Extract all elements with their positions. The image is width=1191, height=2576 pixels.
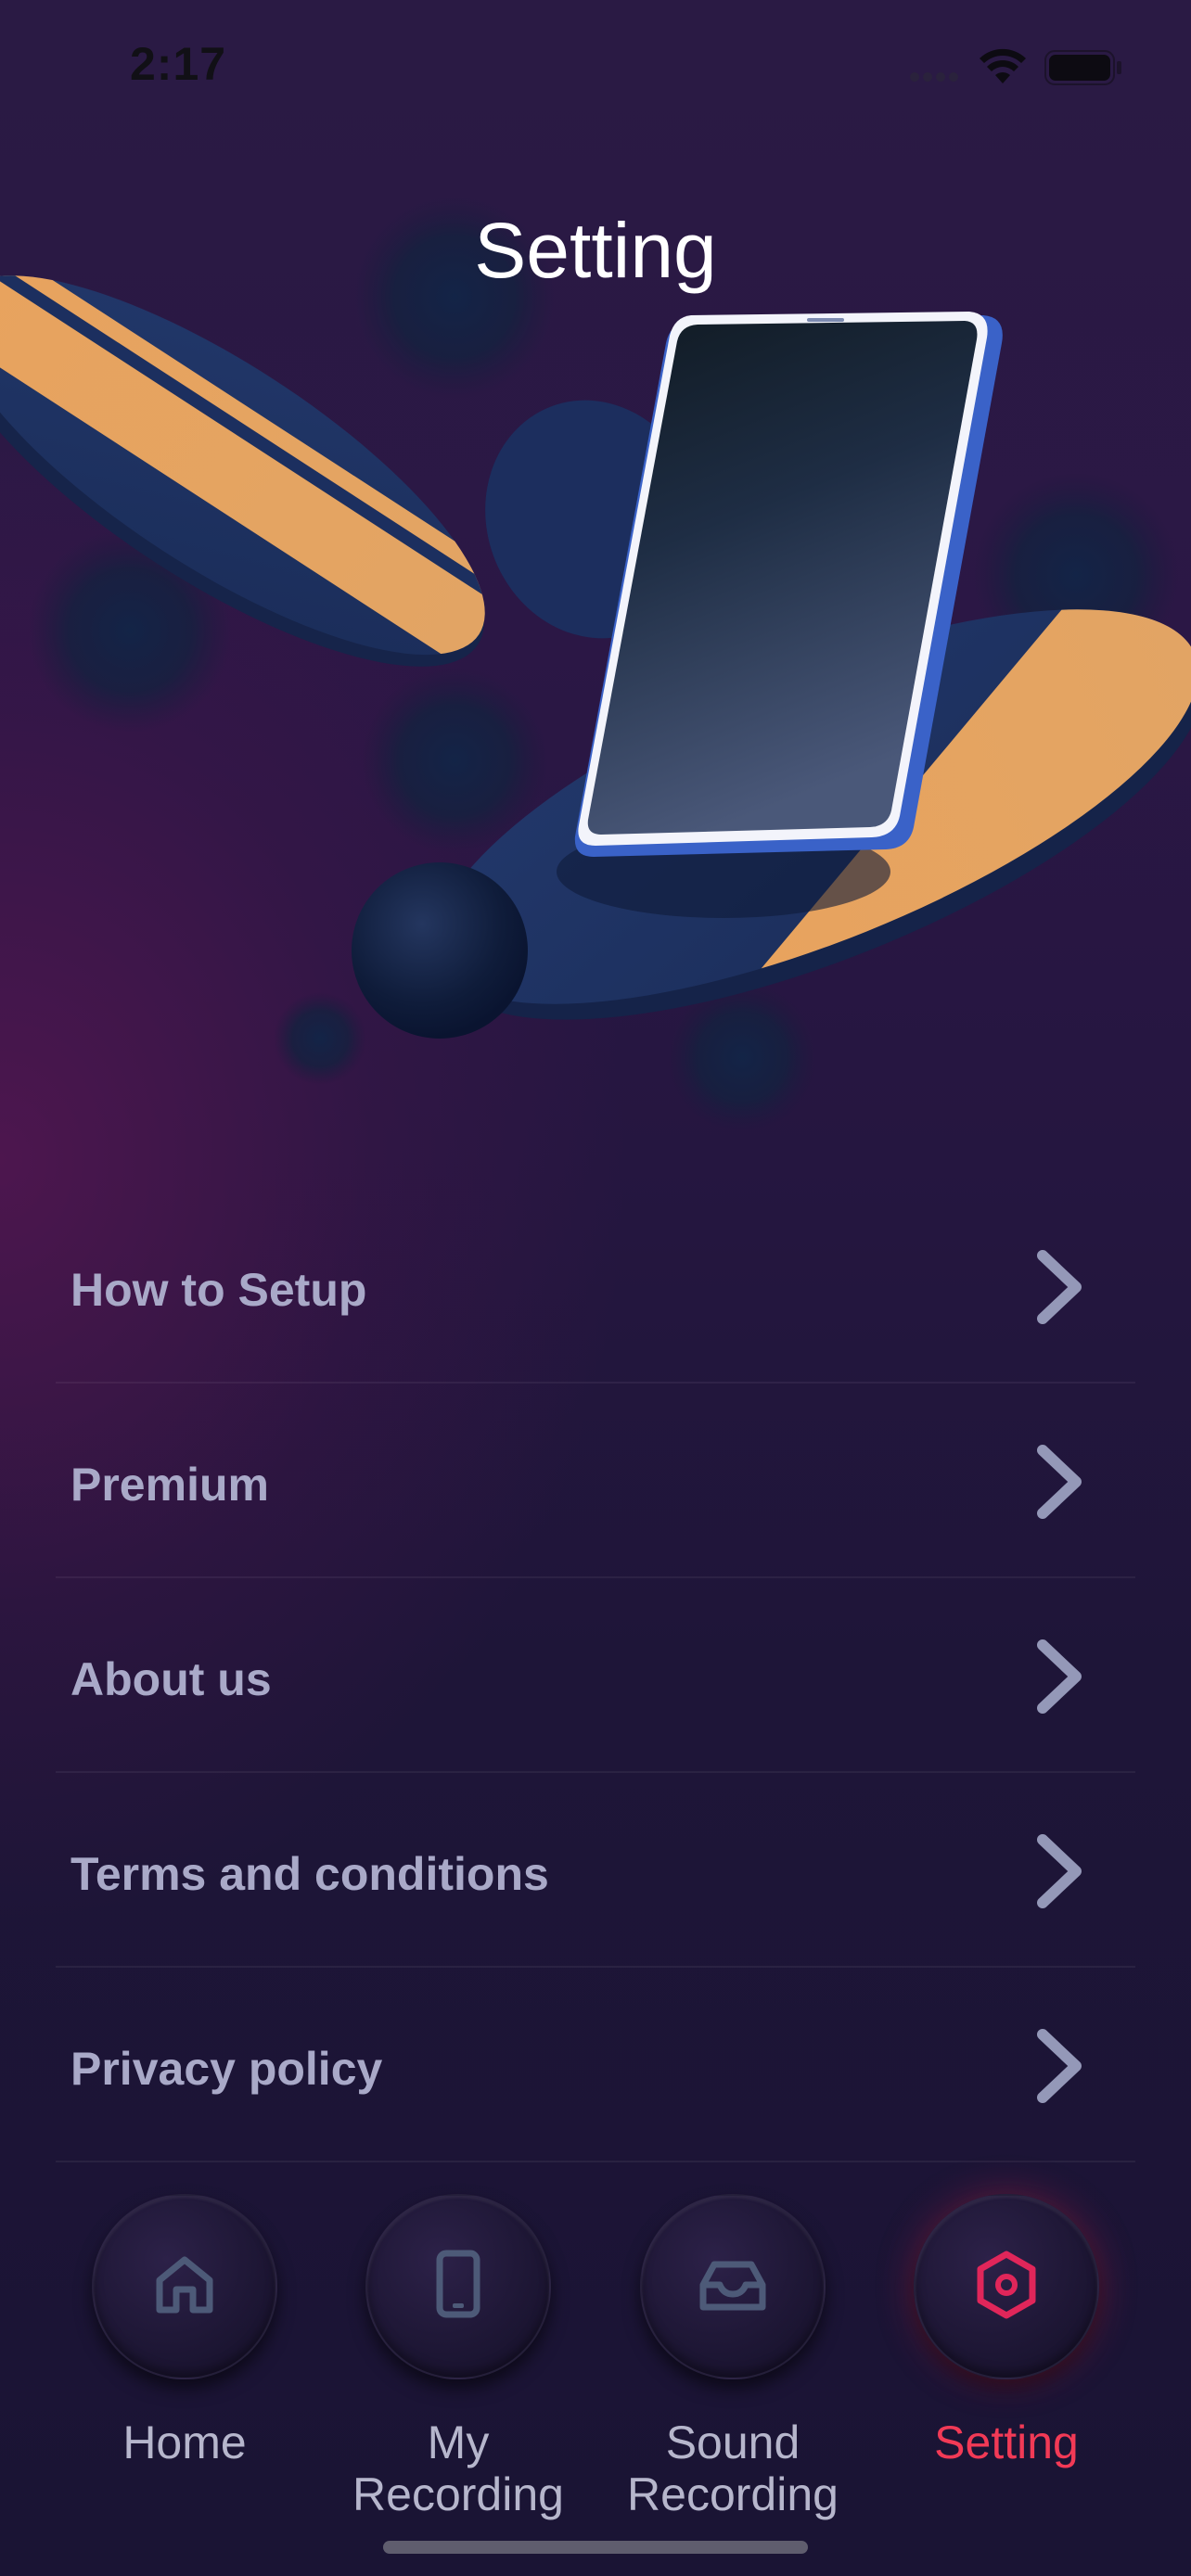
tab-label-line: Recording: [627, 2468, 839, 2520]
tab-home[interactable]: Home: [45, 2194, 324, 2546]
tab-label-line: My: [427, 2417, 490, 2468]
menu-item-privacy-policy[interactable]: Privacy policy: [56, 1968, 1135, 2162]
tab-bar: Home My Recording Sound Recording Settin…: [0, 2179, 1191, 2576]
hero-illustration: [0, 167, 1191, 1187]
inbox-icon: [698, 2257, 768, 2317]
tab-label: Home: [45, 2417, 324, 2468]
menu-item-label: How to Setup: [70, 1264, 367, 1316]
home-indicator[interactable]: [383, 2541, 808, 2554]
tab-button[interactable]: [640, 2194, 826, 2379]
setting-screen: 2:17 Setting How to Setup Premium About …: [0, 0, 1191, 2576]
menu-item-label: About us: [70, 1653, 272, 1705]
chevron-right-icon: [1031, 1445, 1087, 1524]
chevron-right-icon: [1031, 1250, 1087, 1329]
tab-sound-recording[interactable]: Sound Recording: [594, 2194, 872, 2546]
chevron-right-icon: [1031, 1639, 1087, 1718]
home-icon: [152, 2252, 217, 2322]
tab-button[interactable]: [365, 2194, 551, 2379]
tab-label: Setting: [867, 2417, 1146, 2468]
menu-item-how-to-setup[interactable]: How to Setup: [56, 1189, 1135, 1384]
tab-label: Sound Recording: [594, 2417, 872, 2520]
menu-item-about-us[interactable]: About us: [56, 1578, 1135, 1773]
chevron-right-icon: [1031, 2029, 1087, 2108]
tab-label: My Recording: [319, 2417, 597, 2520]
menu-item-label: Privacy policy: [70, 2043, 383, 2095]
menu-item-premium[interactable]: Premium: [56, 1384, 1135, 1578]
tab-setting[interactable]: Setting: [867, 2194, 1146, 2546]
status-bar: 2:17: [0, 0, 1191, 130]
settings-menu: How to Setup Premium About us Terms and …: [0, 1189, 1191, 2162]
signal-icon: [909, 70, 961, 87]
settings-hexagon-icon: [974, 2250, 1039, 2325]
tab-label-line: Home: [122, 2417, 247, 2468]
tab-label-line: Recording: [352, 2468, 564, 2520]
phone-icon: [430, 2250, 486, 2325]
menu-item-label: Premium: [70, 1459, 269, 1511]
wifi-icon: [978, 48, 1028, 90]
tab-button[interactable]: [914, 2194, 1099, 2379]
page-title: Setting: [474, 207, 717, 294]
chevron-right-icon: [1031, 1834, 1087, 1913]
tab-button[interactable]: [92, 2194, 277, 2379]
menu-item-terms-and-conditions[interactable]: Terms and conditions: [56, 1773, 1135, 1968]
menu-item-label: Terms and conditions: [70, 1848, 549, 1900]
battery-icon: [1044, 50, 1122, 90]
tab-my-recording[interactable]: My Recording: [319, 2194, 597, 2546]
tab-label-line: Sound: [665, 2417, 800, 2468]
status-time: 2:17: [130, 38, 227, 90]
tab-label-line: Setting: [934, 2417, 1079, 2468]
